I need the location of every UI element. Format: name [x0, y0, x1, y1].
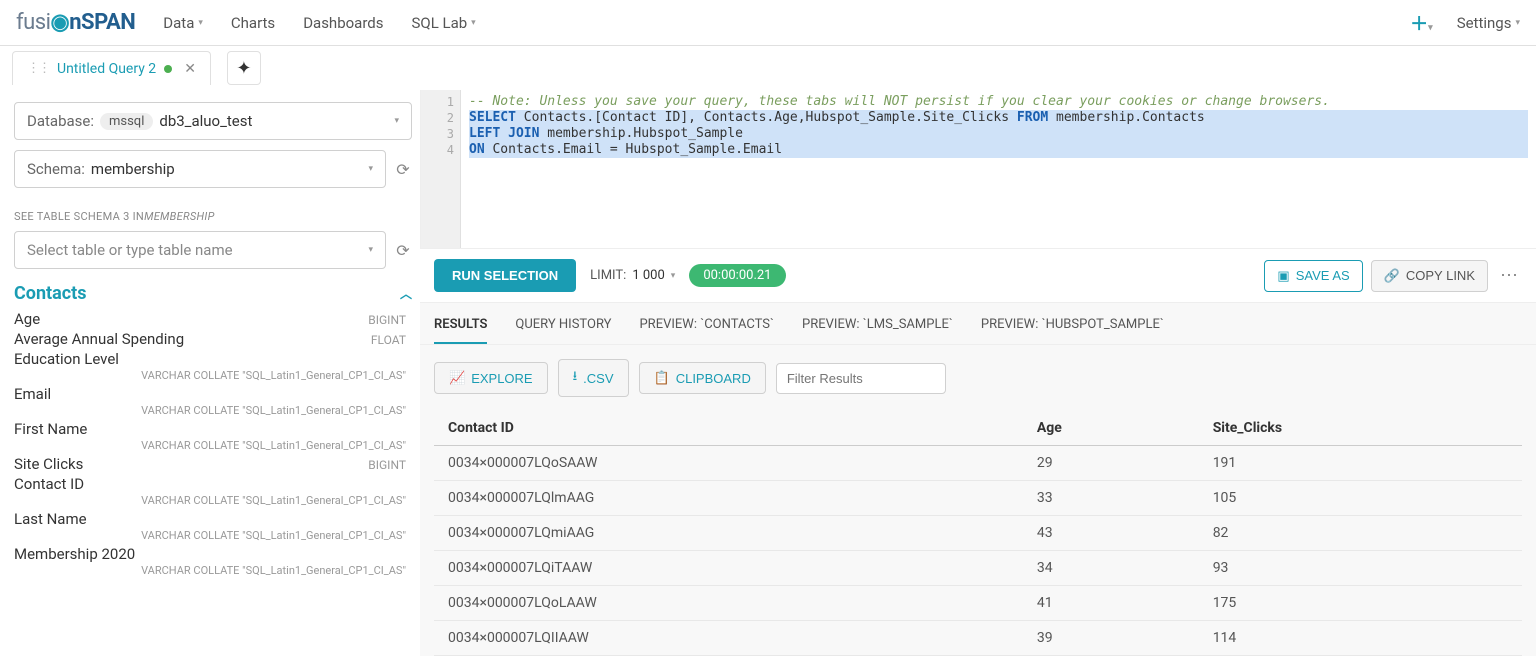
see-schema-label: SEE TABLE SCHEMA 3 INMEMBERSHIP — [14, 210, 412, 223]
table-row[interactable]: 0034×000007LQmiAAG4382 — [434, 516, 1522, 551]
run-bar: RUN SELECTION LIMIT: 1 000 ▾ 00:00:00.21… — [420, 248, 1536, 303]
chevron-down-icon: ▾ — [394, 116, 399, 126]
result-tabs: RESULTS QUERY HISTORY PREVIEW: `CONTACTS` P… — [420, 303, 1536, 345]
column-row[interactable]: Last Name — [14, 510, 406, 528]
result-tab[interactable]: QUERY HISTORY — [515, 317, 611, 344]
chevron-up-icon: ︿ — [400, 285, 412, 302]
globe-icon: ◉ — [50, 10, 69, 35]
database-select[interactable]: Database: mssql db3_aluo_test ▾ — [14, 102, 412, 140]
schema-select[interactable]: Schema: membership ▾ — [14, 150, 386, 188]
unsaved-dot-icon — [164, 65, 172, 73]
result-tab[interactable]: PREVIEW: `HUBSPOT_SAMPLE` — [981, 317, 1164, 344]
column-row[interactable]: Site ClicksBIGINT — [14, 455, 406, 473]
elapsed-time: 00:00:00.21 — [689, 264, 785, 287]
explore-button[interactable]: 📈EXPLORE — [434, 362, 548, 394]
link-icon: 🔗 — [1384, 268, 1400, 284]
nav-sql-lab[interactable]: SQL Lab ▾ — [411, 14, 475, 32]
chart-icon: 📈 — [449, 370, 465, 386]
table-row[interactable]: 0034×000007LQoSAAW29191 — [434, 446, 1522, 481]
tab-title: Untitled Query 2 — [57, 61, 156, 77]
copy-link-button[interactable]: 🔗COPY LINK — [1371, 260, 1488, 292]
filter-results-input[interactable] — [776, 363, 946, 394]
chevron-down-icon: ▾ — [671, 271, 676, 281]
code-area[interactable]: -- Note: Unless you save your query, the… — [461, 90, 1536, 248]
column-row[interactable]: Membership 2020 — [14, 545, 406, 563]
download-icon: ⭳ — [573, 367, 578, 389]
logo[interactable]: fusi◉nSPAN — [16, 10, 135, 35]
result-tools: 📈EXPLORE ⭳.CSV 📋CLIPBOARD — [420, 345, 1536, 411]
save-as-button[interactable]: ▣SAVE AS — [1264, 260, 1362, 292]
plus-icon[interactable]: ＋▾ — [1410, 10, 1433, 36]
save-icon: ▣ — [1277, 268, 1289, 284]
table-row[interactable]: 0034×000007LQiTAAW3493 — [434, 551, 1522, 586]
close-icon[interactable]: ✕ — [184, 61, 196, 77]
query-tab[interactable]: ⋮⋮ Untitled Query 2 ✕ — [12, 51, 211, 85]
workspace: 1234 -- Note: Unless you save your query… — [420, 90, 1536, 656]
column-header[interactable]: Contact ID — [434, 411, 1023, 446]
tabs-row: ⋮⋮ Untitled Query 2 ✕ ✦ — [0, 46, 1536, 90]
nav-charts[interactable]: Charts — [231, 14, 275, 32]
column-row[interactable]: Email — [14, 385, 406, 403]
column-list: AgeBIGINT Average Annual SpendingFLOAT Edu… — [14, 310, 412, 580]
result-tab[interactable]: PREVIEW: `CONTACTS` — [639, 317, 774, 344]
run-button[interactable]: RUN SELECTION — [434, 259, 576, 292]
table-row[interactable]: 0034×000007LQIIAAW39114 — [434, 621, 1522, 656]
refresh-icon[interactable]: ⟳ — [394, 241, 412, 260]
column-row[interactable]: AgeBIGINT — [14, 310, 406, 328]
results-table: Contact IDAgeSite_Clicks 0034×000007LQoS… — [434, 411, 1522, 656]
clipboard-icon: 📋 — [654, 370, 670, 386]
csv-button[interactable]: ⭳.CSV — [558, 359, 629, 397]
limit-select[interactable]: LIMIT: 1 000 ▾ — [590, 268, 675, 283]
chevron-down-icon: ▾ — [368, 245, 373, 255]
add-tab-button[interactable]: ✦ — [227, 51, 261, 85]
table-row[interactable]: 0034×000007LQlmAAG33105 — [434, 481, 1522, 516]
column-row[interactable]: Average Annual SpendingFLOAT — [14, 330, 406, 348]
column-header[interactable]: Site_Clicks — [1199, 411, 1522, 446]
drag-icon: ⋮⋮ — [27, 61, 49, 76]
refresh-icon[interactable]: ⟳ — [394, 160, 412, 179]
column-row[interactable]: Contact ID — [14, 475, 406, 493]
clipboard-button[interactable]: 📋CLIPBOARD — [639, 362, 766, 394]
sidebar: Database: mssql db3_aluo_test ▾ Schema: … — [0, 90, 420, 656]
db-engine-chip: mssql — [100, 113, 153, 130]
settings-menu[interactable]: Settings ▾ — [1457, 14, 1520, 32]
line-gutter: 1234 — [421, 90, 461, 248]
nav-items: Data ▾ Charts Dashboards SQL Lab ▾ — [163, 14, 1410, 32]
nav-data[interactable]: Data ▾ — [163, 14, 203, 32]
sql-editor[interactable]: 1234 -- Note: Unless you save your query… — [420, 90, 1536, 248]
nav-dashboards[interactable]: Dashboards — [303, 14, 383, 32]
result-tab[interactable]: RESULTS — [434, 317, 487, 344]
more-icon[interactable]: ⋯ — [1496, 265, 1522, 286]
column-row[interactable]: First Name — [14, 420, 406, 438]
table-select[interactable]: Select table or type table name ▾ — [14, 231, 386, 269]
table-row[interactable]: 0034×000007LQoLAAW41175 — [434, 586, 1522, 621]
column-header[interactable]: Age — [1023, 411, 1199, 446]
top-nav: fusi◉nSPAN Data ▾ Charts Dashboards SQL Lab… — [0, 0, 1536, 46]
column-row[interactable]: Education Level — [14, 350, 406, 368]
chevron-down-icon: ▾ — [368, 164, 373, 174]
table-expand-toggle[interactable]: Contacts ︿ — [14, 283, 412, 304]
result-tab[interactable]: PREVIEW: `LMS_SAMPLE` — [802, 317, 953, 344]
